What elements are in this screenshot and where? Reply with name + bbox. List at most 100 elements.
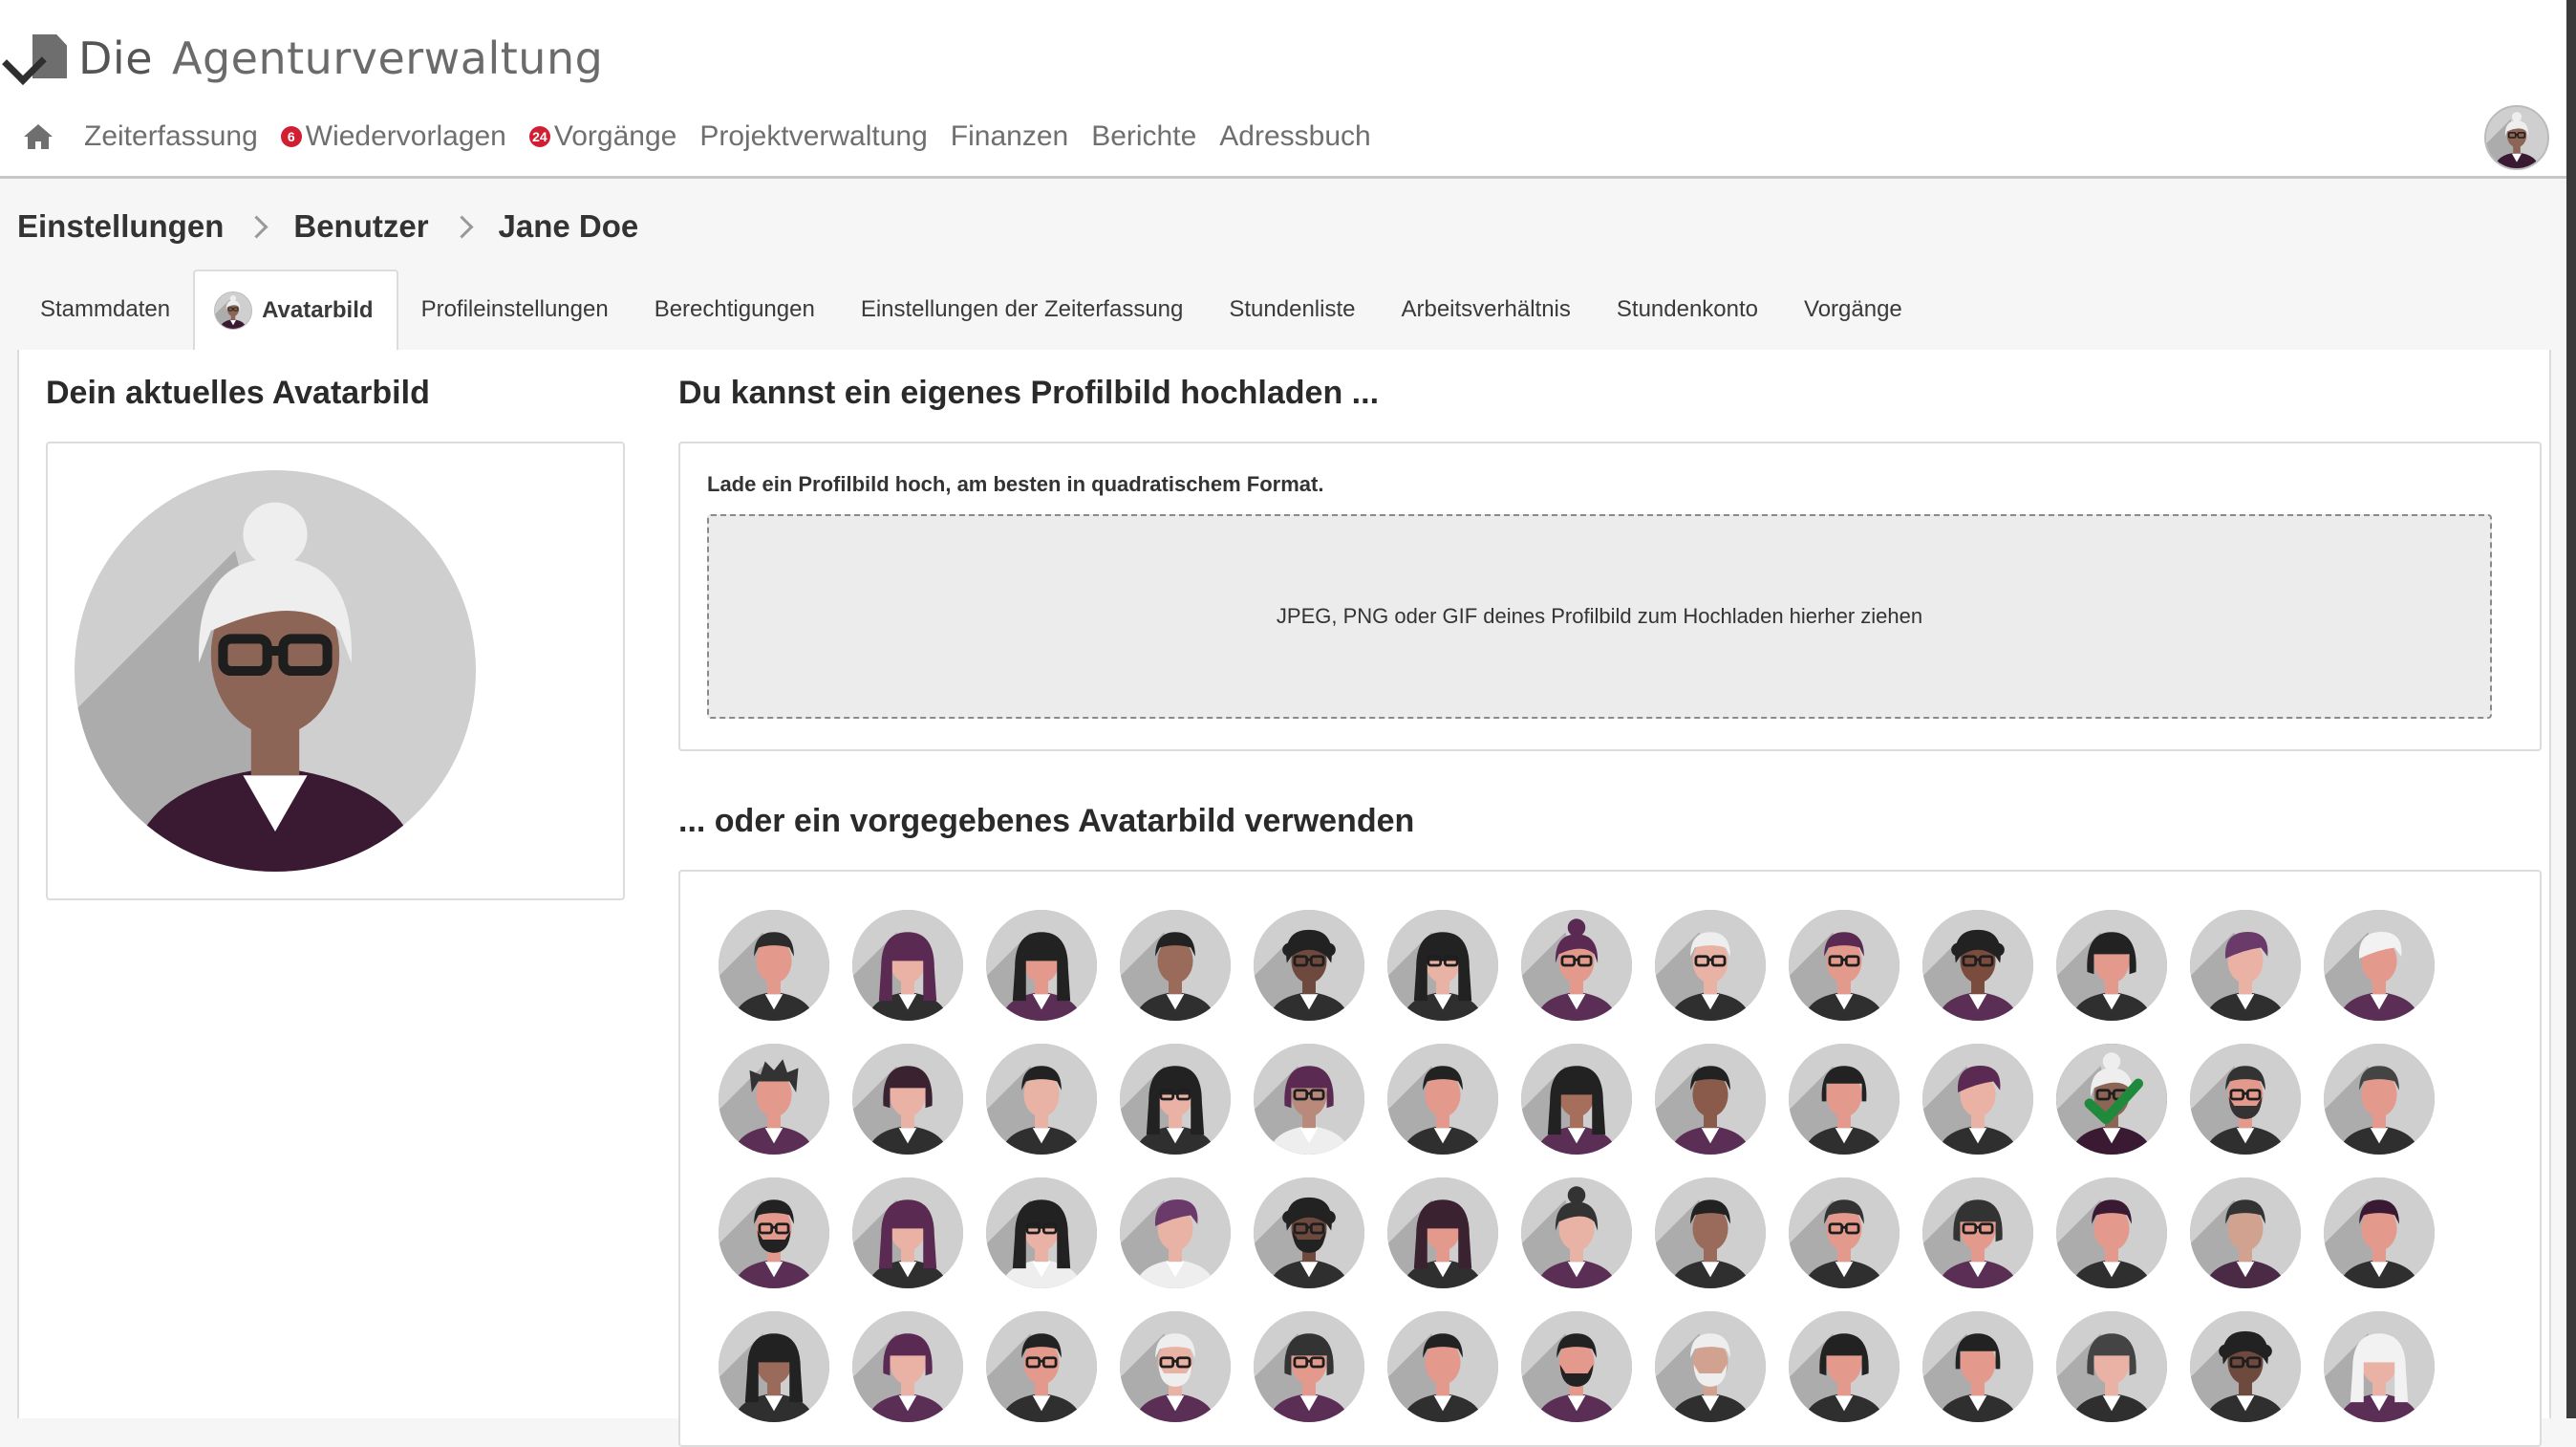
preset-avatar[interactable] — [1254, 1177, 1364, 1288]
preset-avatar[interactable] — [2190, 1311, 2301, 1422]
preset-avatar[interactable] — [1655, 1311, 1766, 1422]
avatar-icon — [214, 292, 253, 330]
nav-label: Projektverwaltung — [699, 120, 928, 152]
nav-berichte[interactable]: Berichte — [1091, 120, 1196, 153]
preset-avatar[interactable] — [2324, 1044, 2435, 1155]
preset-avatar[interactable] — [1655, 1044, 1766, 1155]
preset-avatar[interactable] — [719, 1311, 829, 1422]
preset-avatar[interactable] — [2190, 910, 2301, 1021]
preset-avatar[interactable] — [2056, 1311, 2167, 1422]
preset-avatar[interactable] — [1521, 1044, 1632, 1155]
chevron-right-icon — [245, 214, 268, 239]
logo-name: Agenturverwaltung — [172, 32, 604, 84]
tab-avatarbild[interactable]: Avatarbild — [193, 270, 398, 352]
preset-avatar[interactable] — [1254, 1044, 1364, 1155]
home-icon[interactable] — [21, 119, 55, 154]
avatar-settings-panel: Dein aktuelles Avatarbild Du kannst ein … — [17, 350, 2551, 1447]
preset-avatar[interactable] — [1922, 1044, 2033, 1155]
preset-avatar[interactable] — [1789, 1177, 1900, 1288]
preset-avatar[interactable] — [2324, 910, 2435, 1021]
tab-label: Stundenliste — [1229, 296, 1356, 322]
preset-avatar[interactable] — [986, 1177, 1097, 1288]
preset-avatar[interactable] — [1521, 1311, 1632, 1422]
tab-vorgaenge[interactable]: Vorgänge — [1781, 270, 1925, 350]
upload-card: Lade ein Profilbild hoch, am besten in q… — [678, 442, 2542, 751]
preset-avatar[interactable] — [852, 910, 963, 1021]
app-header: Die Agenturverwaltung Zeiterfassung 6 Wied… — [0, 0, 2576, 179]
preset-avatar[interactable] — [2056, 1177, 2167, 1288]
preset-avatar[interactable] — [1521, 910, 1632, 1021]
preset-avatar[interactable] — [852, 1044, 963, 1155]
settings-tabs: Stammdaten Avatarbild Profileinstellunge… — [17, 270, 2549, 352]
tab-label: Profileinstellungen — [420, 296, 609, 322]
preset-avatar[interactable] — [2324, 1177, 2435, 1288]
preset-avatar[interactable] — [1922, 910, 2033, 1021]
nav-adressbuch[interactable]: Adressbuch — [1219, 120, 1370, 153]
nav-projektverwaltung[interactable]: Projektverwaltung — [699, 120, 927, 153]
preset-avatar[interactable] — [2056, 910, 2167, 1021]
tab-zeiterfassung-settings[interactable]: Einstellungen der Zeiterfassung — [838, 270, 1207, 350]
preset-avatar[interactable] — [986, 1044, 1097, 1155]
preset-avatar[interactable] — [852, 1177, 963, 1288]
current-avatar-heading: Dein aktuelles Avatarbild — [46, 375, 430, 411]
tab-label: Avatarbild — [262, 297, 374, 323]
app-logo[interactable]: Die Agenturverwaltung — [2, 25, 604, 92]
preset-avatar[interactable] — [2190, 1044, 2301, 1155]
preset-avatar[interactable] — [986, 1311, 1097, 1422]
preset-avatar[interactable] — [986, 910, 1097, 1021]
preset-avatar[interactable] — [1387, 1311, 1498, 1422]
preset-avatar[interactable] — [1120, 1311, 1231, 1422]
preset-avatar[interactable] — [719, 1177, 829, 1288]
chevron-right-icon — [450, 214, 474, 239]
preset-avatar[interactable] — [1655, 1177, 1766, 1288]
preset-avatar[interactable] — [1120, 1177, 1231, 1288]
tab-stammdaten[interactable]: Stammdaten — [17, 270, 193, 350]
preset-avatars-heading: ... oder ein vorgegebenes Avatarbild ver… — [678, 803, 1415, 839]
tab-label: Vorgänge — [1804, 296, 1902, 322]
preset-avatar[interactable] — [2190, 1177, 2301, 1288]
tab-berechtigungen[interactable]: Berechtigungen — [632, 270, 838, 350]
nav-wiedervorlagen[interactable]: 6 Wiedervorlagen — [280, 120, 506, 153]
preset-avatar[interactable] — [1120, 1044, 1231, 1155]
tab-arbeitsverhaeltnis[interactable]: Arbeitsverhältnis — [1378, 270, 1593, 350]
tab-stundenkonto[interactable]: Stundenkonto — [1594, 270, 1781, 350]
preset-avatar[interactable] — [1387, 910, 1498, 1021]
tab-stundenliste[interactable]: Stundenliste — [1206, 270, 1378, 350]
preset-avatar[interactable] — [2324, 1311, 2435, 1422]
nav-label: Vorgänge — [553, 120, 677, 152]
preset-avatar[interactable] — [1387, 1044, 1498, 1155]
preset-avatar[interactable] — [1521, 1177, 1632, 1288]
nav-vorgaenge[interactable]: 24 Vorgänge — [528, 120, 677, 153]
breadcrumb-benutzer[interactable]: Benutzer — [293, 208, 428, 245]
preset-avatar[interactable] — [1789, 910, 1900, 1021]
preset-avatar[interactable] — [1387, 1177, 1498, 1288]
breadcrumb-einstellungen[interactable]: Einstellungen — [17, 208, 224, 245]
preset-avatar[interactable] — [1922, 1311, 2033, 1422]
nav-label: Zeiterfassung — [84, 120, 258, 152]
tab-label: Stammdaten — [40, 296, 171, 322]
user-avatar[interactable] — [2484, 105, 2549, 170]
upload-label: Lade ein Profilbild hoch, am besten in q… — [707, 472, 1324, 496]
preset-avatar[interactable] — [1254, 1311, 1364, 1422]
nav-label: Berichte — [1091, 120, 1197, 152]
preset-avatar[interactable] — [1254, 910, 1364, 1021]
upload-dropzone[interactable]: JPEG, PNG oder GIF deines Profilbild zum… — [707, 514, 2492, 719]
preset-avatar[interactable] — [1120, 910, 1231, 1021]
nav-zeiterfassung[interactable]: Zeiterfassung — [84, 120, 258, 153]
preset-avatar[interactable] — [1922, 1177, 2033, 1288]
preset-avatar[interactable] — [1655, 910, 1766, 1021]
tab-profileinstellungen[interactable]: Profileinstellungen — [398, 270, 632, 350]
preset-avatar[interactable] — [719, 1044, 829, 1155]
breadcrumb: Einstellungen Benutzer Jane Doe — [17, 203, 638, 250]
upload-heading: Du kannst ein eigenes Profilbild hochlad… — [678, 375, 1380, 411]
preset-avatar[interactable] — [852, 1311, 963, 1422]
window-scrollbar[interactable] — [2566, 0, 2576, 1418]
nav-label: Adressbuch — [1219, 120, 1371, 152]
preset-avatar[interactable] — [1789, 1044, 1900, 1155]
nav-finanzen[interactable]: Finanzen — [951, 120, 1068, 153]
preset-avatar-selected[interactable] — [2056, 1044, 2167, 1155]
nav-label: Wiedervorlagen — [305, 120, 506, 152]
main-nav: Zeiterfassung 6 Wiedervorlagen 24 Vorgänge… — [21, 113, 1394, 161]
preset-avatar[interactable] — [1789, 1311, 1900, 1422]
preset-avatar[interactable] — [719, 910, 829, 1021]
